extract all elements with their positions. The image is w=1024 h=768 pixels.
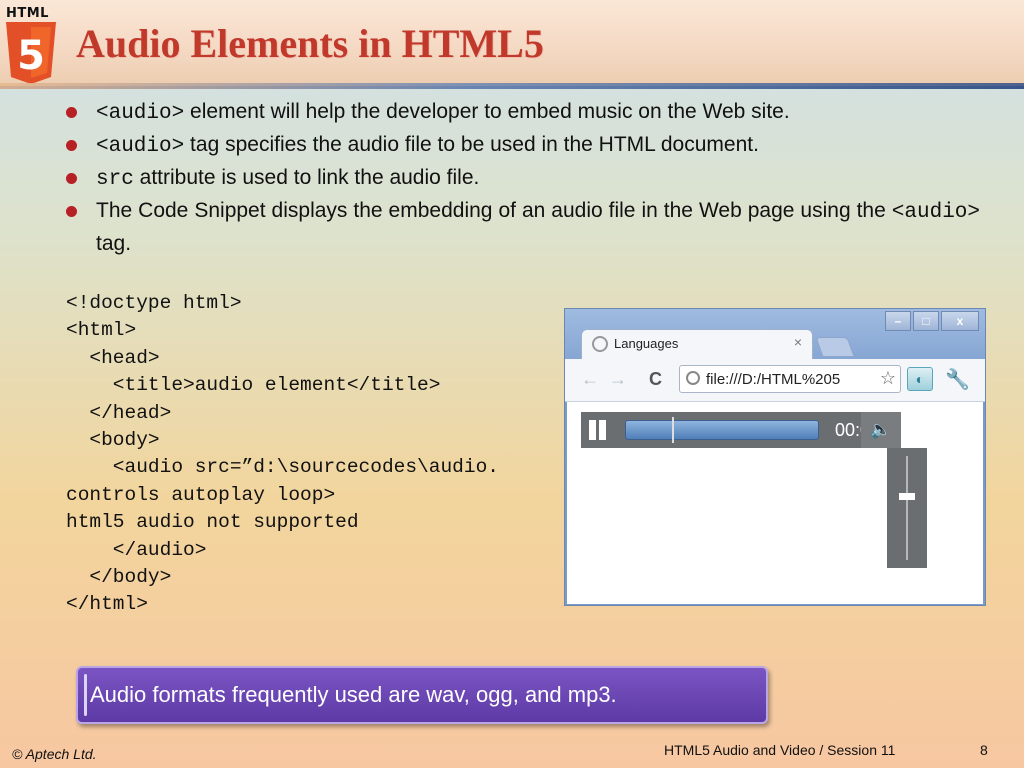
bullet-dot-icon [66,173,77,184]
volume-track[interactable] [906,456,908,560]
close-window-button[interactable]: x [941,311,979,331]
bullet-item: src attribute is used to link the audio … [66,162,980,195]
footer-page-number: 8 [980,742,988,758]
tab-label: Languages [614,336,679,351]
slide-header: HTML 5 Audio Elements in HTML5 [0,0,1024,89]
bullet-dot-icon [66,140,77,151]
browser-screenshot: – □ x Languages × ← → C file:///D:/HTML%… [564,308,986,606]
browser-toolbar: ← → C file:///D:/HTML%205 ☆ ◐ 🔧 [565,359,985,402]
browser-tab[interactable]: Languages × [581,329,813,359]
logo-word: HTML [6,6,49,21]
bullet-item: The Code Snippet displays the embedding … [66,195,980,259]
code-line: <title>audio element</title> [66,374,441,397]
seek-bar[interactable] [625,417,819,443]
bullet-dot-icon [66,107,77,118]
code-line: <head> [66,346,160,369]
seek-handle[interactable] [672,417,674,443]
bullet-code: <audio> [96,102,185,125]
volume-panel [887,448,927,568]
bullet-text: The Code Snippet displays the embedding … [96,199,892,222]
code-line: <html> [66,319,137,342]
bullet-item: <audio> element will help the developer … [66,96,980,129]
html5-logo: HTML 5 [4,6,60,86]
code-line: <body> [66,429,160,452]
back-arrow-icon[interactable]: ← [581,369,599,390]
window-controls: – □ x [885,311,979,331]
volume-icon[interactable]: 🔈 [861,412,901,448]
code-snippet: <!doctype html> <html> <head> <title>audi… [66,290,499,619]
html5-shield-icon: 5 [6,22,56,84]
bullet-text: element will help the developer to embed… [184,100,790,123]
bookmark-star-icon[interactable]: ☆ [879,368,896,389]
page-icon [686,371,700,385]
pause-icon[interactable] [585,418,609,442]
reload-icon[interactable]: C [649,369,662,390]
bullet-code: src [96,168,134,191]
audio-player: 00:06 🔈 [581,412,901,448]
code-line: </html> [66,593,148,616]
browser-viewport: 00:06 🔈 [567,402,983,604]
code-line: controls autoplay loop> [66,483,336,506]
bullet-code: <audio> [891,201,980,224]
new-tab-button[interactable] [815,337,855,357]
address-url: file:///D:/HTML%205 [706,371,841,388]
callout-box: Audio formats frequently used are wav, o… [76,666,768,724]
code-line: <audio src=”d:\sourcecodes\audio. [66,456,499,479]
code-line: <!doctype html> [66,292,242,314]
bullet-code: <audio> [96,135,185,158]
bullet-text: tag specifies the audio file to be used … [184,133,759,156]
bullet-dot-icon [66,206,77,217]
wrench-icon[interactable]: 🔧 [945,367,970,392]
bullet-text: attribute is used to link the audio file… [133,166,480,189]
logo-digit: 5 [17,33,45,79]
bullet-item: <audio> tag specifies the audio file to … [66,129,980,162]
code-line: </head> [66,401,172,424]
code-line: html5 audio not supported [66,511,359,534]
footer-session: HTML5 Audio and Video / Session 11 [664,742,896,758]
footer-copyright: © Aptech Ltd. [12,746,97,762]
tab-close-icon[interactable]: × [794,334,802,350]
globe-icon [592,336,608,352]
bullet-text: tag. [96,232,132,255]
code-line: </body> [66,566,172,589]
volume-slider-thumb[interactable] [899,493,915,500]
slide-title: Audio Elements in HTML5 [76,21,544,66]
forward-arrow-icon[interactable]: → [609,369,627,390]
bullet-list: <audio> element will help the developer … [66,96,980,259]
maximize-button[interactable]: □ [913,311,939,331]
extension-icon[interactable]: ◐ [907,367,933,391]
minimize-button[interactable]: – [885,311,911,331]
address-bar[interactable]: file:///D:/HTML%205 ☆ [679,365,901,393]
browser-tabstrip: – □ x Languages × [565,309,985,359]
code-line: </audio> [66,538,207,561]
